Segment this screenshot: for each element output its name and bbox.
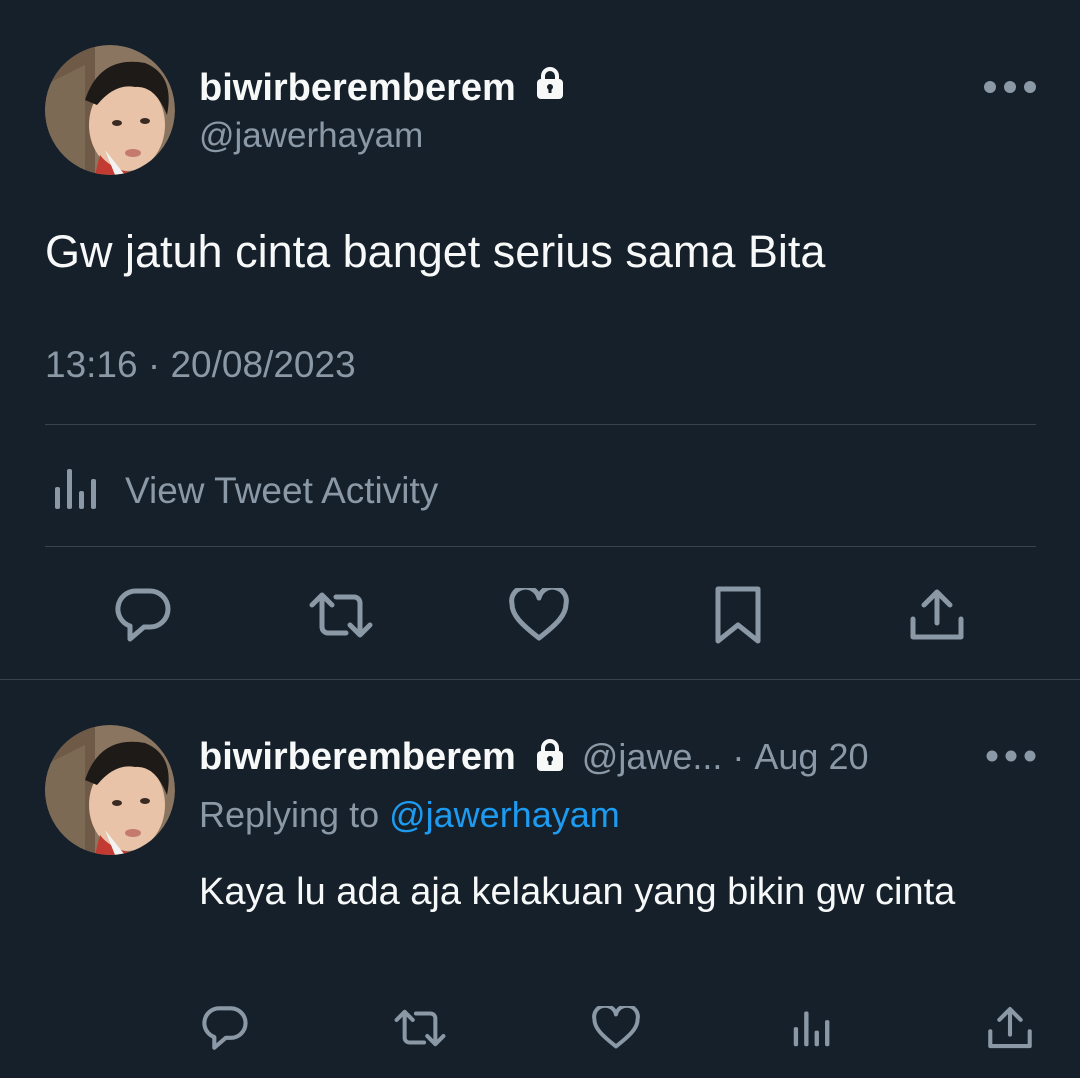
timestamp[interactable]: 13:16 · 20/08/2023 [45, 343, 356, 387]
lock-icon [534, 66, 566, 110]
tweet-text: Gw jatuh cinta banget serius sama Bita [45, 226, 826, 277]
reply-icon [202, 1006, 248, 1050]
activity-label: View Tweet Activity [125, 469, 439, 511]
share-icon [910, 589, 964, 640]
analytics-icon [793, 1011, 830, 1047]
bookmark-icon [715, 586, 761, 644]
like-icon [592, 1006, 640, 1049]
reply-button[interactable] [195, 998, 255, 1058]
analytics-button[interactable] [782, 998, 842, 1058]
display-name[interactable]: biwirberemberem [199, 66, 566, 110]
avatar[interactable] [45, 725, 175, 855]
retweet-icon [394, 1009, 446, 1047]
lock-icon [534, 738, 566, 777]
reply-date[interactable]: Aug 20 [754, 735, 868, 779]
analytics-icon [53, 465, 99, 516]
replying-to-mention[interactable]: @jawerhayam [389, 794, 620, 835]
more-options-icon[interactable] [982, 78, 1038, 96]
divider [45, 424, 1036, 425]
more-options-icon[interactable] [985, 748, 1037, 764]
like-button[interactable] [586, 998, 646, 1058]
display-name[interactable]: biwirberemberem [199, 735, 516, 779]
like-button[interactable] [504, 580, 574, 650]
retweet-button[interactable] [390, 998, 450, 1058]
reply-text: Kaya lu ada aja kelakuan yang bikin gw c… [199, 871, 956, 913]
handle[interactable]: @jawerhayam [199, 115, 423, 157]
avatar[interactable] [45, 45, 175, 175]
share-button[interactable] [980, 998, 1040, 1058]
retweet-button[interactable] [306, 580, 376, 650]
reply-icon [115, 588, 171, 642]
separator: · [732, 736, 745, 777]
reply-button[interactable] [108, 580, 178, 650]
handle[interactable]: @jawe... [582, 735, 723, 779]
divider [0, 679, 1080, 680]
reply-header: biwirberemberem @jawe... · Aug 20 [199, 735, 869, 779]
replying-to: Replying to @jawerhayam [199, 793, 620, 837]
divider [45, 546, 1036, 547]
display-name-text: biwirberemberem [199, 67, 516, 109]
view-tweet-activity[interactable]: View Tweet Activity [53, 465, 438, 516]
like-icon [509, 588, 569, 641]
share-button[interactable] [902, 580, 972, 650]
share-icon [988, 1007, 1032, 1049]
bookmark-button[interactable] [703, 580, 773, 650]
replying-prefix: Replying to [199, 794, 390, 835]
retweet-icon [309, 592, 373, 638]
